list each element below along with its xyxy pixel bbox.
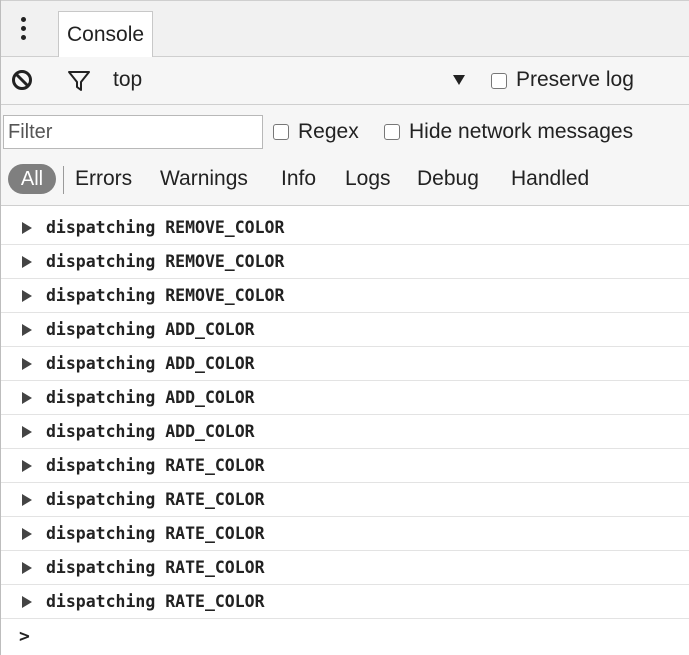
log-row[interactable]: dispatching RATE_COLOR	[1, 585, 689, 619]
expand-triangle-icon[interactable]	[22, 222, 32, 234]
log-message: dispatching RATE_COLOR	[46, 490, 265, 509]
console-toolbar: top Preserve log	[1, 57, 689, 105]
log-row[interactable]: dispatching ADD_COLOR	[1, 381, 689, 415]
devtools-panel: Console top Preserve log Regex Hide netw…	[0, 0, 689, 655]
expand-triangle-icon[interactable]	[22, 596, 32, 608]
log-row[interactable]: dispatching ADD_COLOR	[1, 415, 689, 449]
log-row[interactable]: dispatching REMOVE_COLOR	[1, 245, 689, 279]
level-errors[interactable]: Errors	[75, 163, 132, 195]
log-row[interactable]: dispatching RATE_COLOR	[1, 551, 689, 585]
preserve-log-checkbox[interactable]	[491, 73, 507, 89]
log-row[interactable]: dispatching RATE_COLOR	[1, 483, 689, 517]
kebab-menu-icon[interactable]	[18, 17, 28, 43]
log-message: dispatching REMOVE_COLOR	[46, 252, 285, 271]
log-level-filters: All Errors Warnings Info Logs Debug Hand…	[1, 161, 689, 197]
log-message: dispatching REMOVE_COLOR	[46, 286, 285, 305]
expand-triangle-icon[interactable]	[22, 358, 32, 370]
log-row[interactable]: dispatching RATE_COLOR	[1, 517, 689, 551]
log-row[interactable]: dispatching REMOVE_COLOR	[1, 211, 689, 245]
expand-triangle-icon[interactable]	[22, 460, 32, 472]
level-debug[interactable]: Debug	[417, 163, 479, 195]
expand-triangle-icon[interactable]	[22, 528, 32, 540]
expand-triangle-icon[interactable]	[22, 324, 32, 336]
log-message: dispatching ADD_COLOR	[46, 422, 255, 441]
log-message: dispatching ADD_COLOR	[46, 320, 255, 339]
filter-input[interactable]	[3, 115, 263, 149]
log-message: dispatching ADD_COLOR	[46, 388, 255, 407]
log-row[interactable]: dispatching REMOVE_COLOR	[1, 279, 689, 313]
level-logs[interactable]: Logs	[345, 163, 391, 195]
level-info[interactable]: Info	[281, 163, 316, 195]
expand-triangle-icon[interactable]	[22, 256, 32, 268]
log-message: dispatching RATE_COLOR	[46, 592, 265, 611]
log-message: dispatching RATE_COLOR	[46, 456, 265, 475]
console-prompt[interactable]: >	[19, 622, 30, 652]
context-selector[interactable]: top	[113, 66, 142, 94]
log-row[interactable]: dispatching ADD_COLOR	[1, 313, 689, 347]
expand-triangle-icon[interactable]	[22, 290, 32, 302]
log-message: dispatching ADD_COLOR	[46, 354, 255, 373]
context-dropdown-arrow-icon[interactable]	[453, 75, 465, 85]
level-all-button[interactable]: All	[8, 164, 56, 194]
expand-triangle-icon[interactable]	[22, 494, 32, 506]
regex-label: Regex	[298, 120, 359, 143]
hide-network-checkbox[interactable]	[384, 124, 400, 140]
regex-checkbox[interactable]	[273, 124, 289, 140]
log-message: dispatching REMOVE_COLOR	[46, 218, 285, 237]
log-row[interactable]: dispatching RATE_COLOR	[1, 449, 689, 483]
level-warnings[interactable]: Warnings	[160, 163, 248, 195]
level-handled[interactable]: Handled	[511, 163, 589, 195]
preserve-log-label: Preserve log	[516, 68, 634, 91]
expand-triangle-icon[interactable]	[22, 426, 32, 438]
log-message: dispatching RATE_COLOR	[46, 524, 265, 543]
clear-console-icon[interactable]	[11, 69, 33, 91]
expand-triangle-icon[interactable]	[22, 562, 32, 574]
log-message: dispatching RATE_COLOR	[46, 558, 265, 577]
log-row[interactable]: dispatching ADD_COLOR	[1, 347, 689, 381]
expand-triangle-icon[interactable]	[22, 392, 32, 404]
filter-icon[interactable]	[67, 70, 91, 92]
filter-bar: Regex Hide network messages All Errors W…	[1, 105, 689, 206]
level-divider	[63, 166, 64, 194]
tab-strip: Console	[1, 0, 689, 58]
tab-console[interactable]: Console	[58, 11, 154, 58]
hide-network-label: Hide network messages	[409, 120, 634, 143]
